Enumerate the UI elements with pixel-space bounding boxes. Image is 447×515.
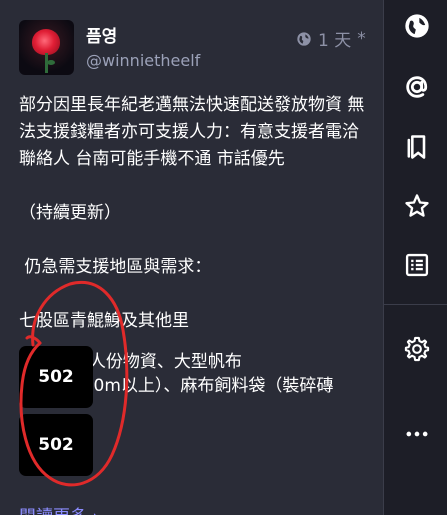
gear-icon-svg [404, 336, 430, 362]
edited-mark: * [357, 28, 366, 49]
content-paragraph: 仍急需支援地區與需求： [19, 257, 212, 277]
list-icon-svg [405, 253, 429, 277]
display-name[interactable]: 픔영 [86, 22, 117, 47]
read-more-link[interactable]: 閱讀更多 › [19, 502, 99, 515]
post-time[interactable]: 1 天 [318, 26, 351, 51]
star-icon-svg [405, 194, 429, 217]
mention-icon[interactable] [402, 72, 432, 102]
media-tile[interactable]: 502 [19, 346, 93, 408]
content-gap [19, 227, 369, 254]
account-handle[interactable]: @winnietheelf [86, 51, 200, 70]
sidebar-divider [384, 304, 447, 305]
list-icon[interactable] [402, 250, 432, 280]
post-card: 픔영 @winnietheelf 1 天 * 部分因里長年紀老邁無法快速配送發放… [0, 0, 383, 515]
more-icon-svg [406, 431, 428, 437]
media-label: 502 [38, 367, 74, 387]
content-paragraph: 部分因里長年紀老邁無法快速配送發放物資 無法支援錢糧者亦可支援人力：有意支援者電… [19, 95, 365, 169]
avatar[interactable] [19, 20, 74, 75]
gear-icon[interactable] [402, 334, 432, 364]
bookmarks-icon-svg [407, 135, 426, 159]
content-paragraph: （持續更新） [19, 203, 121, 223]
more-icon[interactable] [402, 419, 432, 449]
sidebar [383, 0, 447, 515]
bookmarks-icon[interactable] [402, 132, 432, 162]
media-tile[interactable]: 502 [19, 414, 93, 476]
mention-icon-svg [406, 76, 428, 98]
media-label: 502 [38, 435, 74, 455]
content-gap [19, 281, 369, 308]
content-paragraph: 七股區青鯤鯓及其他里 [19, 311, 189, 331]
content-gap [19, 173, 369, 200]
globe-icon-svg [405, 14, 429, 38]
post-meta: 1 天 * [296, 26, 366, 51]
rose-leaf [47, 60, 55, 65]
globe-icon[interactable] [402, 11, 432, 41]
star-icon[interactable] [402, 191, 432, 221]
rose-image [32, 29, 60, 55]
globe-icon [297, 31, 311, 46]
